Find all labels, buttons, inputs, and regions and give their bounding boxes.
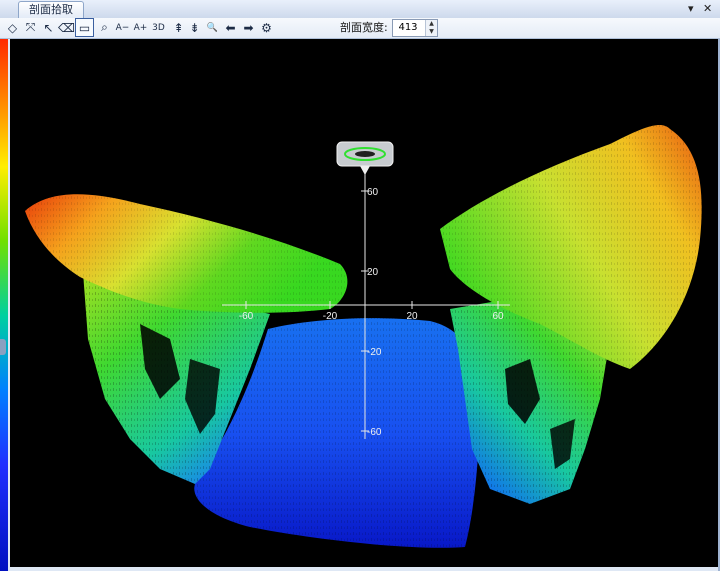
fit-extent-icon[interactable]: ⤧ (22, 19, 39, 36)
tab-profile-pick[interactable]: 剖面拾取 (18, 1, 84, 18)
profile-width-spinner[interactable]: ▲▼ (392, 19, 438, 37)
profile-width-input[interactable] (393, 20, 423, 34)
point-cloud-canvas[interactable]: -60 -20 20 60 60 20 -20 -60 (10, 39, 718, 567)
color-scale-bar (0, 39, 8, 571)
view-orientation-widget[interactable] (336, 141, 394, 175)
eraser-icon[interactable]: ⌫ (58, 19, 75, 36)
profile-width-label: 剖面宽度: (340, 21, 388, 34)
y-tick-label: 20 (367, 267, 379, 278)
arrow-right-icon[interactable]: ➡ (240, 19, 257, 36)
y-tick-label: -60 (367, 427, 382, 438)
y-tick-label: 60 (367, 187, 379, 198)
select-pointer-icon[interactable]: ↖ (40, 19, 57, 36)
x-tick-label: -60 (239, 311, 254, 322)
orientation-widget-hub (355, 151, 375, 157)
view-3d-icon[interactable]: 3D (150, 19, 167, 36)
x-tick-label: 20 (406, 311, 418, 322)
y-tick-label: -20 (367, 347, 382, 358)
x-tick-label: -20 (323, 311, 338, 322)
rotate-icon[interactable]: ◇ (4, 19, 21, 36)
align-bottom-icon[interactable]: ⇟ (186, 19, 203, 36)
font-increase-icon[interactable]: A+ (132, 19, 149, 36)
orientation-widget-pointer (360, 166, 370, 175)
x-tick-label: 60 (492, 311, 504, 322)
align-top-icon[interactable]: ⇞ (170, 19, 187, 36)
spinner-arrows[interactable]: ▲ ▼ (425, 20, 437, 36)
font-decrease-icon[interactable]: A− (114, 19, 131, 36)
search-icon[interactable]: 🔍 (204, 19, 221, 36)
toolbar: ◇⤧↖⌫▭⌕A−A+3D⇞⇟🔍⬅➡⚙ 剖面宽度: ▲▼ (0, 18, 720, 39)
arrow-left-icon[interactable]: ⬅ (222, 19, 239, 36)
zoom-tool-icon[interactable]: ⌕ (96, 19, 113, 36)
rectangle-select-icon[interactable]: ▭ (75, 18, 94, 37)
close-icon[interactable]: ✕ (703, 1, 712, 17)
settings-gear-icon[interactable]: ⚙ (258, 19, 275, 36)
dropdown-arrow-icon[interactable]: ▾ (688, 1, 694, 17)
window-titlebar: 剖面拾取 ▾ ✕ (0, 0, 720, 19)
3d-viewport[interactable]: -60 -20 20 60 60 20 -20 -60 (10, 39, 718, 567)
left-plateau-texture (25, 194, 348, 313)
splitter-handle[interactable] (0, 339, 6, 355)
tab-label: 剖面拾取 (29, 3, 73, 16)
